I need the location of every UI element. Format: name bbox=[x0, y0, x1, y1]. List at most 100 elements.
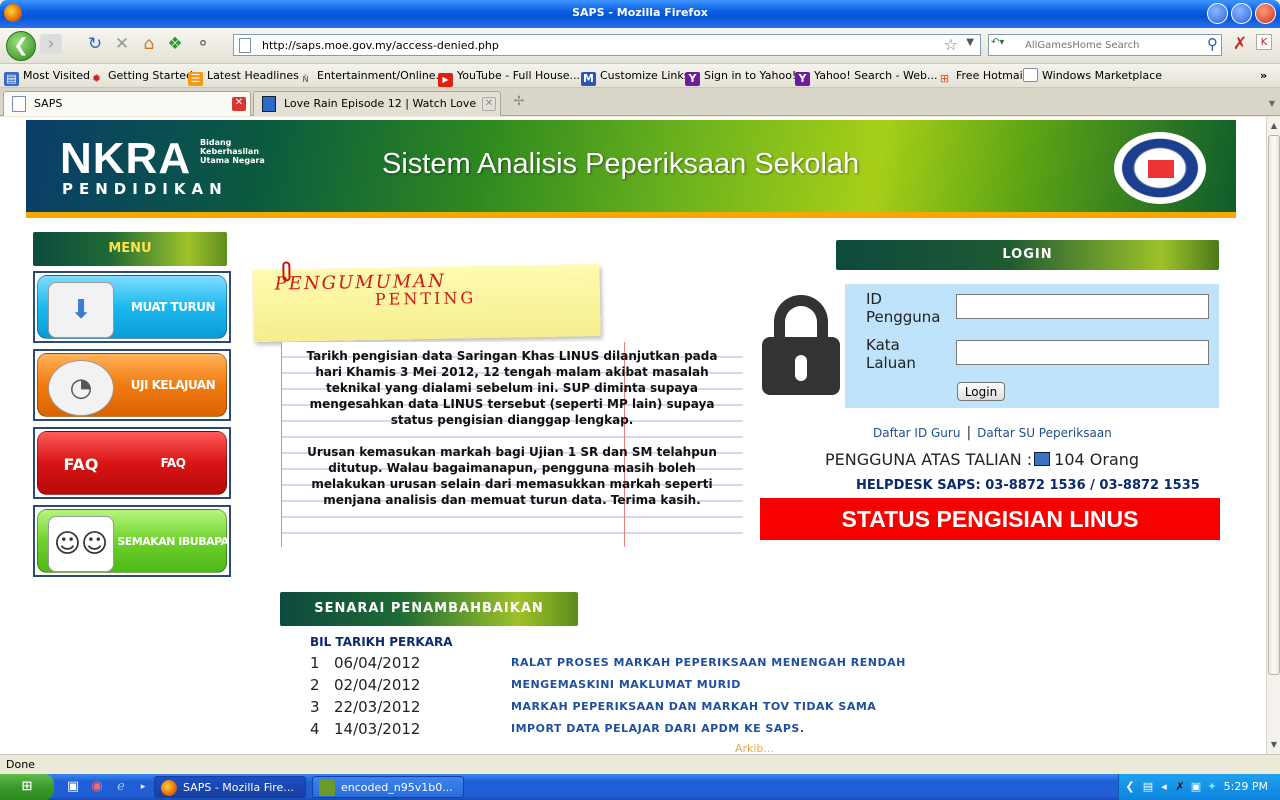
addon-button[interactable]: ❖ bbox=[165, 34, 185, 54]
update-link[interactable]: RALAT PROSES MARKAH PEPERIKSAAN MENENGAH… bbox=[511, 656, 906, 669]
kata-laluan-input[interactable] bbox=[956, 340, 1209, 365]
addon-k2-icon[interactable]: K bbox=[1256, 34, 1272, 50]
ministry-crest-icon bbox=[1114, 132, 1206, 204]
kata-laluan-label: Kata Laluan bbox=[866, 336, 916, 372]
start-button[interactable]: ⊞ bbox=[0, 774, 54, 800]
announcement-body: Tarikh pengisian data Saringan Khas LINU… bbox=[281, 342, 743, 547]
show-desktop-icon[interactable]: ▣ bbox=[64, 778, 82, 796]
update-link[interactable]: IMPORT DATA PELAJAR DARI APDM KE SAPS. bbox=[511, 722, 805, 735]
home-button[interactable]: ⌂ bbox=[139, 34, 159, 54]
archive-link[interactable]: Arkib... bbox=[735, 742, 774, 754]
taskbar-item-encoded[interactable]: encoded_n95v1b0... bbox=[312, 776, 464, 798]
close-tab-icon[interactable]: ✕ bbox=[482, 97, 496, 111]
search-engine-icon[interactable]: ↶▾ bbox=[991, 37, 1021, 53]
url-input[interactable] bbox=[262, 37, 942, 53]
id-pengguna-label: ID Pengguna bbox=[866, 290, 941, 326]
page-icon bbox=[1023, 68, 1038, 82]
vertical-scrollbar[interactable]: ▲ ▼ bbox=[1266, 117, 1280, 754]
bookmark-item[interactable]: Ň Entertainment/Online... bbox=[298, 68, 447, 84]
minimize-button[interactable] bbox=[1207, 3, 1228, 24]
bookmark-item[interactable]: ▤ Most Visited bbox=[4, 68, 90, 86]
update-link[interactable]: MARKAH PEPERIKSAAN DAN MARKAH TOV TIDAK … bbox=[511, 700, 876, 713]
yahoo-icon: Y bbox=[795, 72, 810, 86]
close-tab-icon[interactable]: ✕ bbox=[232, 97, 246, 111]
bookmark-item[interactable]: ⊞ Free Hotmail bbox=[937, 68, 1026, 85]
tab-saps[interactable]: SAPS ✕ bbox=[3, 91, 251, 116]
search-bar[interactable]: ↶▾ ⚲ bbox=[988, 34, 1222, 56]
yahoo-icon: Y bbox=[685, 72, 700, 86]
helpdesk-info: HELPDESK SAPS: 03-8872 1536 / 03-8872 15… bbox=[856, 478, 1200, 493]
windows-taskbar: ⊞ ▣ ◉ ℯ ▸ SAPS - Mozilla Fire... encoded… bbox=[0, 774, 1280, 800]
bookmark-item[interactable]: Y Sign in to Yahoo! bbox=[685, 68, 796, 86]
page-content: NKRA Bidang Keberhasilan Utama Negara PE… bbox=[0, 117, 1266, 754]
reload-button[interactable]: ↻ bbox=[85, 34, 105, 54]
back-button[interactable]: ❮ bbox=[6, 31, 36, 61]
bookmark-item[interactable]: M Customize Links bbox=[581, 68, 690, 86]
chevron-down-icon[interactable]: ▼ bbox=[966, 37, 974, 48]
faq-books-icon: FAQ bbox=[63, 455, 99, 474]
bookmarks-overflow-icon[interactable]: » bbox=[1260, 68, 1267, 84]
volume-icon[interactable]: ◂ bbox=[1157, 780, 1171, 794]
quicklaunch-icon[interactable]: ◉ bbox=[88, 778, 106, 796]
browser-status-bar: Done bbox=[0, 754, 1280, 774]
speedometer-icon: ◔ bbox=[48, 360, 114, 416]
bookmark-item[interactable]: Y Yahoo! Search - Web... bbox=[795, 68, 938, 86]
youtube-icon: ▶ bbox=[438, 73, 453, 87]
padlock-icon bbox=[762, 295, 840, 395]
family-icon: ☺☺ bbox=[48, 516, 114, 572]
daftar-id-guru-link[interactable]: Daftar ID Guru bbox=[873, 426, 960, 440]
address-bar[interactable]: ☆ ▼ bbox=[233, 34, 981, 56]
nkra-logo: NKRA bbox=[60, 134, 192, 183]
tab-scroll-icon[interactable]: ▼ bbox=[1262, 94, 1280, 114]
login-button[interactable]: Login bbox=[957, 382, 1005, 401]
id-pengguna-input[interactable] bbox=[956, 294, 1209, 319]
search-icon[interactable]: ⚲ bbox=[1207, 35, 1218, 53]
bookmark-item[interactable]: ▶ YouTube - Full House... bbox=[438, 68, 580, 87]
reload-icon: ↻ bbox=[87, 34, 103, 54]
menu-semakan-ibubapa-button[interactable]: ☺☺ SEMAKAN IBUBAPA bbox=[33, 505, 231, 577]
forward-button[interactable]: › bbox=[40, 34, 62, 54]
status-pengisian-linus-banner[interactable]: STATUS PENGISIAN LINUS bbox=[760, 498, 1220, 540]
folder-icon: ▤ bbox=[4, 72, 19, 86]
window-title-bar[interactable]: SAPS - Mozilla Firefox bbox=[0, 0, 1280, 28]
login-form: ID Pengguna Kata Laluan Login bbox=[845, 284, 1219, 408]
share-button[interactable]: ⚬ bbox=[193, 34, 213, 54]
stop-button[interactable]: ✕ bbox=[112, 34, 132, 54]
bookmark-item[interactable]: Windows Marketplace bbox=[1023, 68, 1162, 84]
announcement-heading: PENGUMUMAN PENTING bbox=[252, 261, 601, 343]
search-input[interactable] bbox=[1025, 37, 1195, 53]
tab-love-rain[interactable]: Love Rain Episode 12 | Watch Love Ra... … bbox=[253, 91, 501, 133]
addon-k-icon[interactable]: ✗ bbox=[1230, 34, 1250, 54]
scrollbar-thumb[interactable] bbox=[1268, 135, 1280, 675]
network-disconnected-icon[interactable]: ✗ bbox=[1173, 780, 1187, 794]
quicklaunch-overflow-icon[interactable]: ▸ bbox=[134, 778, 152, 796]
network-icon[interactable]: ▤ bbox=[1141, 780, 1155, 794]
update-link[interactable]: MENGEMASKINI MAKLUMAT MURID bbox=[511, 678, 741, 691]
daftar-su-peperiksaan-link[interactable]: Daftar SU Peperiksaan bbox=[977, 426, 1112, 440]
close-window-button[interactable] bbox=[1255, 3, 1276, 24]
scroll-down-icon[interactable]: ▼ bbox=[1268, 738, 1280, 752]
bookmark-star-icon[interactable]: ☆ bbox=[944, 35, 958, 54]
announcement-paragraph: Tarikh pengisian data Saringan Khas LINU… bbox=[306, 349, 718, 427]
new-tab-icon[interactable]: ✢ bbox=[509, 92, 529, 112]
download-arrow-icon: ⬇ bbox=[48, 282, 114, 338]
system-title: Sistem Analisis Peperiksaan Sekolah bbox=[382, 148, 860, 180]
bookmark-item[interactable]: ☰ Latest Headlines bbox=[188, 68, 299, 86]
clock: 5:29 PM bbox=[1223, 780, 1268, 793]
menu-uji-kelajuan-button[interactable]: ◔ UJI KELAJUAN bbox=[33, 349, 231, 421]
menu-faq-button[interactable]: FAQ FAQ bbox=[33, 427, 231, 499]
menu-muat-turun-button[interactable]: ⬇ MUAT TURUN bbox=[33, 271, 231, 343]
tray-expand-icon[interactable]: ❮ bbox=[1123, 780, 1137, 794]
scroll-up-icon[interactable]: ▲ bbox=[1268, 119, 1280, 133]
tray-app-icon[interactable]: ✦ bbox=[1205, 780, 1219, 794]
bookmark-item[interactable]: ✹ Getting Started bbox=[89, 68, 193, 85]
online-users: PENGGUNA ATAS TALIAN : 104 Orang bbox=[825, 450, 1139, 469]
maximize-button[interactable] bbox=[1231, 3, 1252, 24]
computer-icon bbox=[1034, 452, 1051, 466]
ie-icon[interactable]: ℯ bbox=[112, 778, 130, 796]
register-links: Daftar ID Guru | Daftar SU Peperiksaan bbox=[873, 425, 1112, 441]
page-icon bbox=[12, 96, 26, 112]
taskbar-item-firefox[interactable]: SAPS - Mozilla Fire... bbox=[154, 776, 306, 798]
tray-app-icon[interactable]: ▣ bbox=[1189, 780, 1203, 794]
system-tray: ❮ ▤ ◂ ✗ ▣ ✦ 5:29 PM bbox=[1118, 774, 1280, 800]
